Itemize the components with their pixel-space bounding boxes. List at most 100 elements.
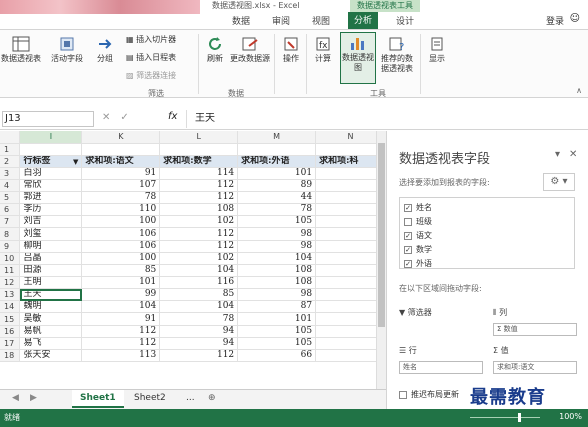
row-label-cell[interactable]: 张天安 — [19, 349, 83, 363]
value-cell[interactable]: 78 — [237, 203, 317, 217]
value-cell[interactable]: 104 — [159, 264, 239, 278]
value-cell[interactable]: 101 — [237, 312, 317, 326]
change-source-button[interactable]: 更改数据源 — [230, 36, 270, 64]
value-cell[interactable]: 78 — [159, 312, 239, 326]
value-cell[interactable]: 112 — [159, 240, 239, 253]
columns-field-chip[interactable]: Σ 数值 — [493, 323, 577, 336]
tab-analyze[interactable]: 分析 — [348, 12, 379, 29]
cell[interactable] — [315, 167, 386, 180]
row-label-cell[interactable]: 王天 — [19, 288, 83, 302]
value-cell[interactable]: 91 — [81, 312, 161, 326]
cell[interactable] — [315, 203, 386, 217]
row-label-cell[interactable]: 李历 — [19, 203, 83, 217]
value-cell[interactable]: 105 — [237, 215, 317, 229]
refresh-button[interactable]: 刷新 — [202, 36, 228, 64]
checkbox-icon[interactable] — [404, 217, 412, 226]
value-cell[interactable]: 99 — [81, 288, 161, 302]
sheet-tab[interactable]: Sheet1 — [72, 390, 124, 408]
group-button[interactable]: 分组 — [92, 36, 118, 64]
row-label-cell[interactable]: 田源 — [19, 264, 83, 278]
filter-connections-button[interactable]: ▨ 筛选器连接 — [126, 70, 176, 81]
cancel-icon[interactable]: ✕ — [102, 112, 120, 123]
value-cell[interactable]: 110 — [81, 203, 161, 217]
cell[interactable] — [315, 179, 386, 193]
cell[interactable] — [315, 288, 386, 302]
value-cell[interactable]: 112 — [159, 191, 239, 205]
row-header[interactable]: 13 — [0, 288, 21, 302]
row-label-cell[interactable]: 刘玺 — [19, 227, 83, 241]
gear-icon[interactable]: ⚙ ▾ — [543, 173, 575, 191]
insert-timeline-button[interactable]: ▤ 插入日程表 — [126, 52, 176, 63]
row-label-cell[interactable]: 柳明 — [19, 240, 83, 253]
select-all-corner[interactable] — [0, 131, 21, 144]
formula-input[interactable]: 王天 — [186, 110, 582, 128]
row-header[interactable]: 9 — [0, 240, 21, 253]
value-cell[interactable]: 105 — [237, 325, 317, 338]
row-label-cell[interactable]: 白羽 — [19, 167, 83, 180]
enter-icon[interactable]: ✓ — [120, 112, 138, 123]
row-header[interactable]: 10 — [0, 252, 21, 265]
more-sheets[interactable]: ... — [178, 390, 203, 408]
row-header[interactable]: 3 — [0, 167, 21, 180]
cell[interactable] — [315, 227, 386, 241]
row-header[interactable]: 18 — [0, 349, 21, 363]
row-label-cell[interactable]: 吴敏 — [19, 312, 83, 326]
value-cell[interactable]: 100 — [81, 252, 161, 265]
filter-dropdown-icon[interactable]: ▼ — [73, 156, 78, 167]
row-header[interactable]: 12 — [0, 276, 21, 290]
value-cell[interactable]: 85 — [81, 264, 161, 278]
row-header[interactable]: 1 — [0, 143, 21, 156]
value-cell[interactable]: 112 — [159, 349, 239, 363]
cell[interactable] — [315, 276, 386, 290]
row-label-cell[interactable]: 郭进 — [19, 191, 83, 205]
value-cell[interactable]: 106 — [81, 227, 161, 241]
column-header[interactable]: L — [159, 131, 239, 144]
row-header[interactable]: 15 — [0, 312, 21, 326]
insert-slicer-button[interactable]: ▦ 插入切片器 — [126, 34, 176, 45]
field-item[interactable]: ✓ 姓名 — [404, 202, 432, 213]
cell[interactable] — [19, 143, 83, 156]
value-cell[interactable]: 108 — [159, 203, 239, 217]
rows-field-chip[interactable]: 姓名 — [399, 361, 483, 374]
row-label-cell[interactable]: 刘吉 — [19, 215, 83, 229]
cell[interactable] — [315, 337, 386, 350]
cell[interactable] — [159, 143, 239, 156]
tab-design[interactable]: 设计 — [396, 14, 414, 27]
value-cell[interactable]: 114 — [159, 167, 239, 180]
cell[interactable] — [315, 215, 386, 229]
pane-options-icon[interactable]: ▾ — [555, 149, 560, 160]
tab-review[interactable]: 审阅 — [272, 14, 290, 27]
value-cell[interactable]: 107 — [81, 179, 161, 193]
pivot-column-header[interactable]: 求和项:数学 — [159, 155, 239, 168]
value-cell[interactable]: 91 — [81, 167, 161, 180]
pivot-chart-button[interactable]: 数据透视图 — [340, 32, 376, 84]
row-label-cell[interactable]: 吕晶 — [19, 252, 83, 265]
cell[interactable] — [315, 300, 386, 314]
value-cell[interactable]: 98 — [237, 227, 317, 241]
value-cell[interactable]: 94 — [159, 337, 239, 350]
field-item[interactable]: ✓ 外语 — [404, 258, 432, 268]
row-label-cell[interactable]: 常欣 — [19, 179, 83, 193]
show-button[interactable]: 显示 — [424, 36, 450, 64]
smiley-icon[interactable]: ☺ — [570, 13, 580, 24]
value-cell[interactable]: 98 — [237, 240, 317, 253]
value-cell[interactable]: 44 — [237, 191, 317, 205]
checkbox-icon[interactable]: ✓ — [404, 245, 412, 254]
sheet-tab[interactable]: Sheet2 — [126, 390, 174, 408]
row-label-cell[interactable]: 魏明 — [19, 300, 83, 314]
pivot-table-button[interactable]: 数据透视表 — [0, 36, 42, 64]
checkbox-icon[interactable]: ✓ — [404, 259, 412, 268]
value-cell[interactable]: 104 — [237, 252, 317, 265]
value-cell[interactable]: 112 — [159, 227, 239, 241]
cell[interactable] — [315, 240, 386, 253]
zoom-slider[interactable] — [470, 417, 540, 418]
cell[interactable] — [315, 312, 386, 326]
value-cell[interactable]: 113 — [81, 349, 161, 363]
column-header[interactable]: K — [81, 131, 161, 144]
tab-data[interactable]: 数据 — [232, 14, 250, 27]
row-header[interactable]: 5 — [0, 191, 21, 205]
field-item[interactable]: ✓ 语文 — [404, 230, 432, 241]
value-cell[interactable]: 104 — [159, 300, 239, 314]
cell[interactable] — [315, 143, 386, 156]
cell[interactable] — [315, 349, 386, 363]
